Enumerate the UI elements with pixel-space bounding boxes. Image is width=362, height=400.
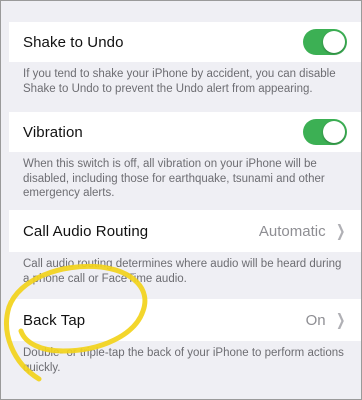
toggle-knob	[323, 31, 345, 53]
back-tap-value-group: On ❯	[306, 310, 347, 330]
call-audio-routing-value: Automatic	[258, 222, 326, 240]
back-tap-value: On	[305, 311, 326, 329]
vibration-label: Vibration	[23, 123, 83, 141]
back-tap-label: Back Tap	[23, 311, 86, 329]
vibration-note: When this switch is off, all vibration o…	[23, 158, 325, 199]
chevron-right-icon: ❯	[335, 223, 345, 240]
call-audio-routing-note: Call audio routing determines where audi…	[23, 258, 342, 285]
toggle-knob	[323, 121, 345, 143]
shake-to-undo-toggle[interactable]	[303, 29, 347, 55]
shake-to-undo-label: Shake to Undo	[23, 33, 124, 51]
shake-to-undo-note: If you tend to shake your iPhone by acci…	[23, 68, 336, 95]
chevron-right-icon: ❯	[335, 312, 345, 329]
call-audio-routing-value-group: Automatic ❯	[259, 221, 347, 241]
call-audio-routing-label: Call Audio Routing	[23, 222, 149, 240]
vibration-toggle[interactable]	[303, 119, 347, 145]
vibration-row[interactable]: Vibration	[9, 112, 361, 152]
shake-to-undo-row[interactable]: Shake to Undo	[9, 22, 361, 62]
back-tap-row[interactable]: Back Tap On ❯	[9, 299, 361, 341]
accessibility-touch-settings: Shake to Undo If you tend to shake your …	[0, 0, 362, 400]
back-tap-note: Double- or triple-tap the back of your i…	[23, 347, 344, 374]
call-audio-routing-row[interactable]: Call Audio Routing Automatic ❯	[9, 210, 361, 252]
